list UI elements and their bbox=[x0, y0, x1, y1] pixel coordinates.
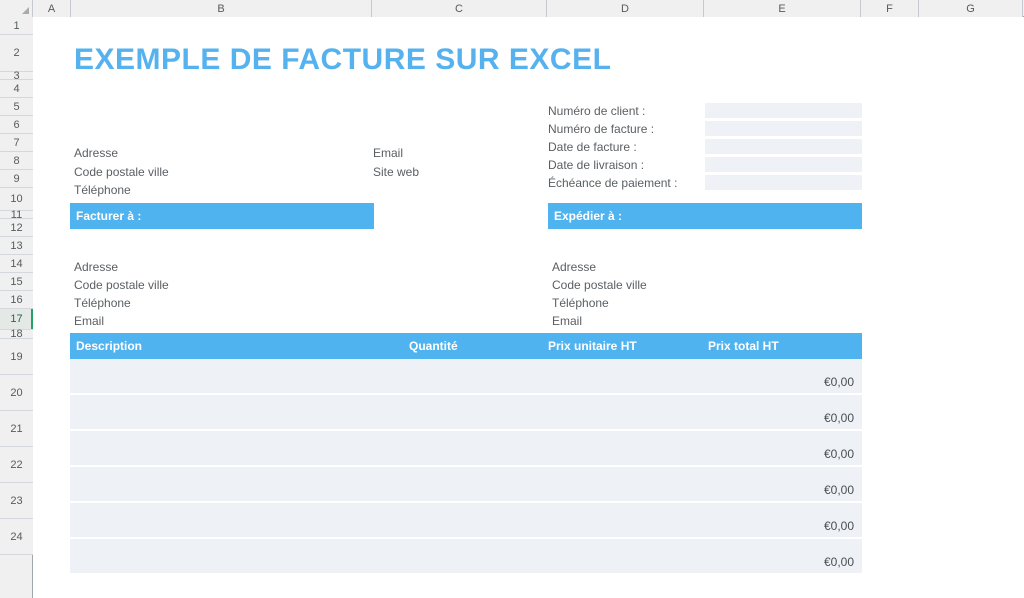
meta-row: Date de facture : bbox=[548, 139, 1024, 156]
row-header-16[interactable]: 16 bbox=[0, 291, 33, 309]
row-header-22[interactable]: 22 bbox=[0, 447, 33, 483]
line-item-total: €0,00 bbox=[823, 375, 854, 389]
bill-to-heading-label: Facturer à : bbox=[76, 209, 142, 223]
sender-postal-line: Code postale ville bbox=[74, 165, 169, 179]
meta-label-0: Numéro de client : bbox=[548, 104, 646, 118]
meta-label-2: Date de facture : bbox=[548, 140, 637, 154]
sheet-canvas[interactable]: EXEMPLE DE FACTURE SUR EXCEL Adresse Cod… bbox=[34, 18, 1024, 598]
meta-field-0[interactable] bbox=[705, 103, 862, 118]
line-item-total: €0,00 bbox=[823, 555, 854, 569]
bill-to-phone-line: Téléphone bbox=[74, 296, 131, 310]
line-item-total: €0,00 bbox=[823, 519, 854, 533]
row-header-18[interactable]: 18 bbox=[0, 328, 33, 340]
ship-to-phone-line: Téléphone bbox=[552, 296, 609, 310]
spreadsheet-window: ABCDEFG 1 2 3 4 5 6 7 8 9 10 11 12 13 14 15 16 17 18 19 20 2… bbox=[0, 0, 1024, 598]
bill-to-address-line: Adresse bbox=[74, 260, 119, 274]
line-items-header-row: Description Quantité Prix unitaire HT Pr… bbox=[70, 333, 862, 359]
row-header-19[interactable]: 19 bbox=[0, 339, 33, 375]
line-items-table[interactable]: Description Quantité Prix unitaire HT Pr… bbox=[70, 333, 862, 587]
row-header-9[interactable]: 9 bbox=[0, 170, 33, 188]
row-header-7[interactable]: 7 bbox=[0, 134, 33, 152]
row-header-13[interactable]: 13 bbox=[0, 237, 33, 255]
meta-row: Numéro de client : bbox=[548, 103, 1024, 120]
meta-row: Échéance de paiement : bbox=[548, 175, 1024, 192]
row-header-4[interactable]: 4 bbox=[0, 80, 33, 98]
row-header-23[interactable]: 23 bbox=[0, 483, 33, 519]
meta-label-4: Échéance de paiement : bbox=[548, 176, 678, 190]
line-item-row[interactable]: €0,00 bbox=[70, 395, 862, 431]
row-header-6[interactable]: 6 bbox=[0, 116, 33, 134]
ship-to-heading-bar: Expédier à : bbox=[548, 203, 862, 229]
row-header-20[interactable]: 20 bbox=[0, 375, 33, 411]
bill-to-postal-line: Code postale ville bbox=[74, 278, 169, 292]
column-header-g[interactable]: G bbox=[919, 0, 1023, 17]
ship-to-postal-line: Code postale ville bbox=[552, 278, 647, 292]
sender-email-line: Email bbox=[373, 146, 404, 160]
column-header-f[interactable]: F bbox=[861, 0, 919, 17]
row-header-21[interactable]: 21 bbox=[0, 411, 33, 447]
column-header-c[interactable]: C bbox=[372, 0, 547, 17]
meta-field-3[interactable] bbox=[705, 157, 862, 172]
th-description[interactable]: Description bbox=[76, 333, 142, 359]
line-item-row[interactable]: €0,00 bbox=[70, 431, 862, 467]
column-header-d[interactable]: D bbox=[547, 0, 704, 17]
select-all-corner[interactable] bbox=[0, 0, 33, 17]
line-item-row[interactable]: €0,00 bbox=[70, 359, 862, 395]
meta-row: Numéro de facture : bbox=[548, 121, 1024, 138]
row-header-1[interactable]: 1 bbox=[0, 17, 33, 35]
meta-field-2[interactable] bbox=[705, 139, 862, 154]
sender-address-line: Adresse bbox=[74, 146, 119, 160]
row-header-14[interactable]: 14 bbox=[0, 255, 33, 273]
column-header-e[interactable]: E bbox=[704, 0, 861, 17]
meta-label-3: Date de livraison : bbox=[548, 158, 645, 172]
row-header-17[interactable]: 17 bbox=[0, 309, 33, 330]
ship-to-address-line: Adresse bbox=[552, 260, 597, 274]
sender-phone-line: Téléphone bbox=[74, 183, 131, 197]
row-header-5[interactable]: 5 bbox=[0, 98, 33, 116]
line-item-row[interactable]: €0,00 bbox=[70, 539, 862, 575]
th-quantity[interactable]: Quantité bbox=[409, 333, 458, 359]
bill-to-heading-bar: Facturer à : bbox=[70, 203, 374, 229]
row-header-11[interactable]: 11 bbox=[0, 209, 33, 221]
ship-to-email-line: Email bbox=[552, 314, 583, 328]
column-header-row: ABCDEFG bbox=[0, 0, 1024, 17]
meta-label-1: Numéro de facture : bbox=[548, 122, 655, 136]
select-all-triangle-icon bbox=[22, 7, 29, 14]
line-item-total: €0,00 bbox=[823, 483, 854, 497]
th-total-price[interactable]: Prix total HT bbox=[708, 333, 779, 359]
meta-field-1[interactable] bbox=[705, 121, 862, 136]
line-item-row[interactable]: €0,00 bbox=[70, 503, 862, 539]
ship-to-heading-label: Expédier à : bbox=[554, 209, 623, 223]
row-header-3[interactable]: 3 bbox=[0, 70, 33, 82]
column-header-a[interactable]: A bbox=[33, 0, 71, 17]
row-header-12[interactable]: 12 bbox=[0, 219, 33, 237]
row-header-2[interactable]: 2 bbox=[0, 35, 33, 72]
invoice-title: EXEMPLE DE FACTURE SUR EXCEL bbox=[74, 43, 612, 76]
th-unit-price[interactable]: Prix unitaire HT bbox=[548, 333, 637, 359]
row-header-15[interactable]: 15 bbox=[0, 273, 33, 291]
row-header-24[interactable]: 24 bbox=[0, 519, 33, 555]
line-item-total: €0,00 bbox=[823, 411, 854, 425]
row-header-8[interactable]: 8 bbox=[0, 152, 33, 170]
line-item-row[interactable]: €0,00 bbox=[70, 467, 862, 503]
meta-row: Date de livraison : bbox=[548, 157, 1024, 174]
column-header-b[interactable]: B bbox=[71, 0, 372, 17]
line-item-total: €0,00 bbox=[823, 447, 854, 461]
row-header-column: 1 2 3 4 5 6 7 8 9 10 11 12 13 14 15 16 17 18 19 20 21 22 23 24 bbox=[0, 17, 33, 598]
meta-field-4[interactable] bbox=[705, 175, 862, 190]
sender-website-line: Site web bbox=[373, 165, 420, 179]
bill-to-email-line: Email bbox=[74, 314, 105, 328]
